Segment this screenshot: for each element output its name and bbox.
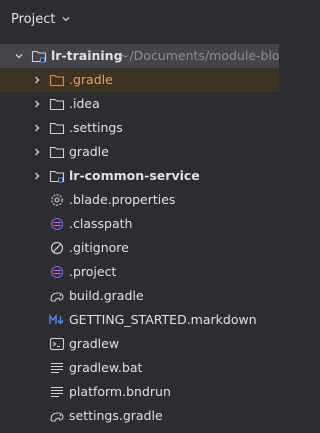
chevron-right-icon[interactable]	[32, 75, 42, 85]
gradle-icon	[50, 292, 64, 302]
folder-icon	[49, 146, 65, 159]
module-folder-icon	[49, 170, 65, 183]
module-folder-icon	[31, 50, 47, 63]
markdown-icon	[49, 313, 64, 325]
tree-item[interactable]: .idea	[0, 92, 279, 116]
folder-icon	[49, 98, 65, 111]
folder-icon	[49, 122, 65, 135]
item-name: .classpath	[69, 216, 133, 231]
chevron-right-icon[interactable]	[32, 123, 42, 133]
eclipse-icon	[50, 217, 64, 231]
text-file-icon	[51, 362, 63, 374]
chevron-right-icon[interactable]	[32, 147, 42, 157]
chevron-down-icon[interactable]	[61, 14, 71, 24]
root-path: ~/Documents/module-blo	[119, 48, 280, 63]
tree-item[interactable]: .classpath	[0, 212, 279, 236]
ignore-icon	[50, 241, 64, 255]
tree-item[interactable]: build.gradle	[0, 284, 279, 308]
chevron-right-icon[interactable]	[32, 171, 42, 181]
text-file-icon	[51, 386, 63, 398]
item-name: .project	[69, 264, 117, 279]
item-name: .settings	[69, 120, 123, 135]
item-name: .idea	[69, 96, 100, 111]
item-name: gradle	[69, 144, 109, 159]
root-name: lr-training	[51, 48, 123, 63]
chevron-expanded-icon[interactable]	[14, 51, 24, 61]
item-name: gradlew	[69, 336, 120, 351]
eclipse-icon	[50, 265, 64, 279]
item-name: .gitignore	[69, 240, 129, 255]
item-name: gradlew.bat	[69, 360, 143, 375]
item-name: settings.gradle	[69, 408, 163, 423]
gear-icon	[51, 194, 63, 206]
tree-item[interactable]: platform.bndrun	[0, 380, 279, 404]
folder-excluded-icon	[49, 74, 65, 87]
tree-item[interactable]: gradlew.bat	[0, 356, 279, 380]
tree-root-row[interactable]: lr-training ~/Documents/module-blo	[0, 44, 280, 68]
tree-item[interactable]: .gitignore	[0, 236, 279, 260]
tree-item[interactable]: settings.gradle	[0, 404, 279, 428]
tree-item[interactable]: gradle	[0, 140, 279, 164]
item-name: build.gradle	[69, 288, 144, 303]
item-name: .blade.properties	[69, 192, 176, 207]
item-name: .gradle	[69, 72, 113, 87]
terminal-icon	[49, 337, 65, 351]
tree-item[interactable]: gradlew	[0, 332, 279, 356]
tree-item[interactable]: .gradle	[0, 68, 279, 92]
tree-item[interactable]: .blade.properties	[0, 188, 279, 212]
chevron-right-icon[interactable]	[32, 99, 42, 109]
tree-item[interactable]: GETTING_STARTED.markdown	[0, 308, 279, 332]
project-title: Project	[11, 11, 56, 27]
tree-item[interactable]: .settings	[0, 116, 279, 140]
tree-item[interactable]: lr-common-service	[0, 164, 279, 188]
tree-item[interactable]: .project	[0, 260, 279, 284]
item-name: platform.bndrun	[69, 384, 171, 399]
project-header[interactable]: Project	[11, 9, 71, 29]
gradle-icon	[50, 412, 64, 422]
item-name: lr-common-service	[69, 168, 200, 183]
project-tree: lr-training ~/Documents/module-blo .grad…	[0, 44, 280, 428]
item-name: GETTING_STARTED.markdown	[69, 312, 257, 327]
